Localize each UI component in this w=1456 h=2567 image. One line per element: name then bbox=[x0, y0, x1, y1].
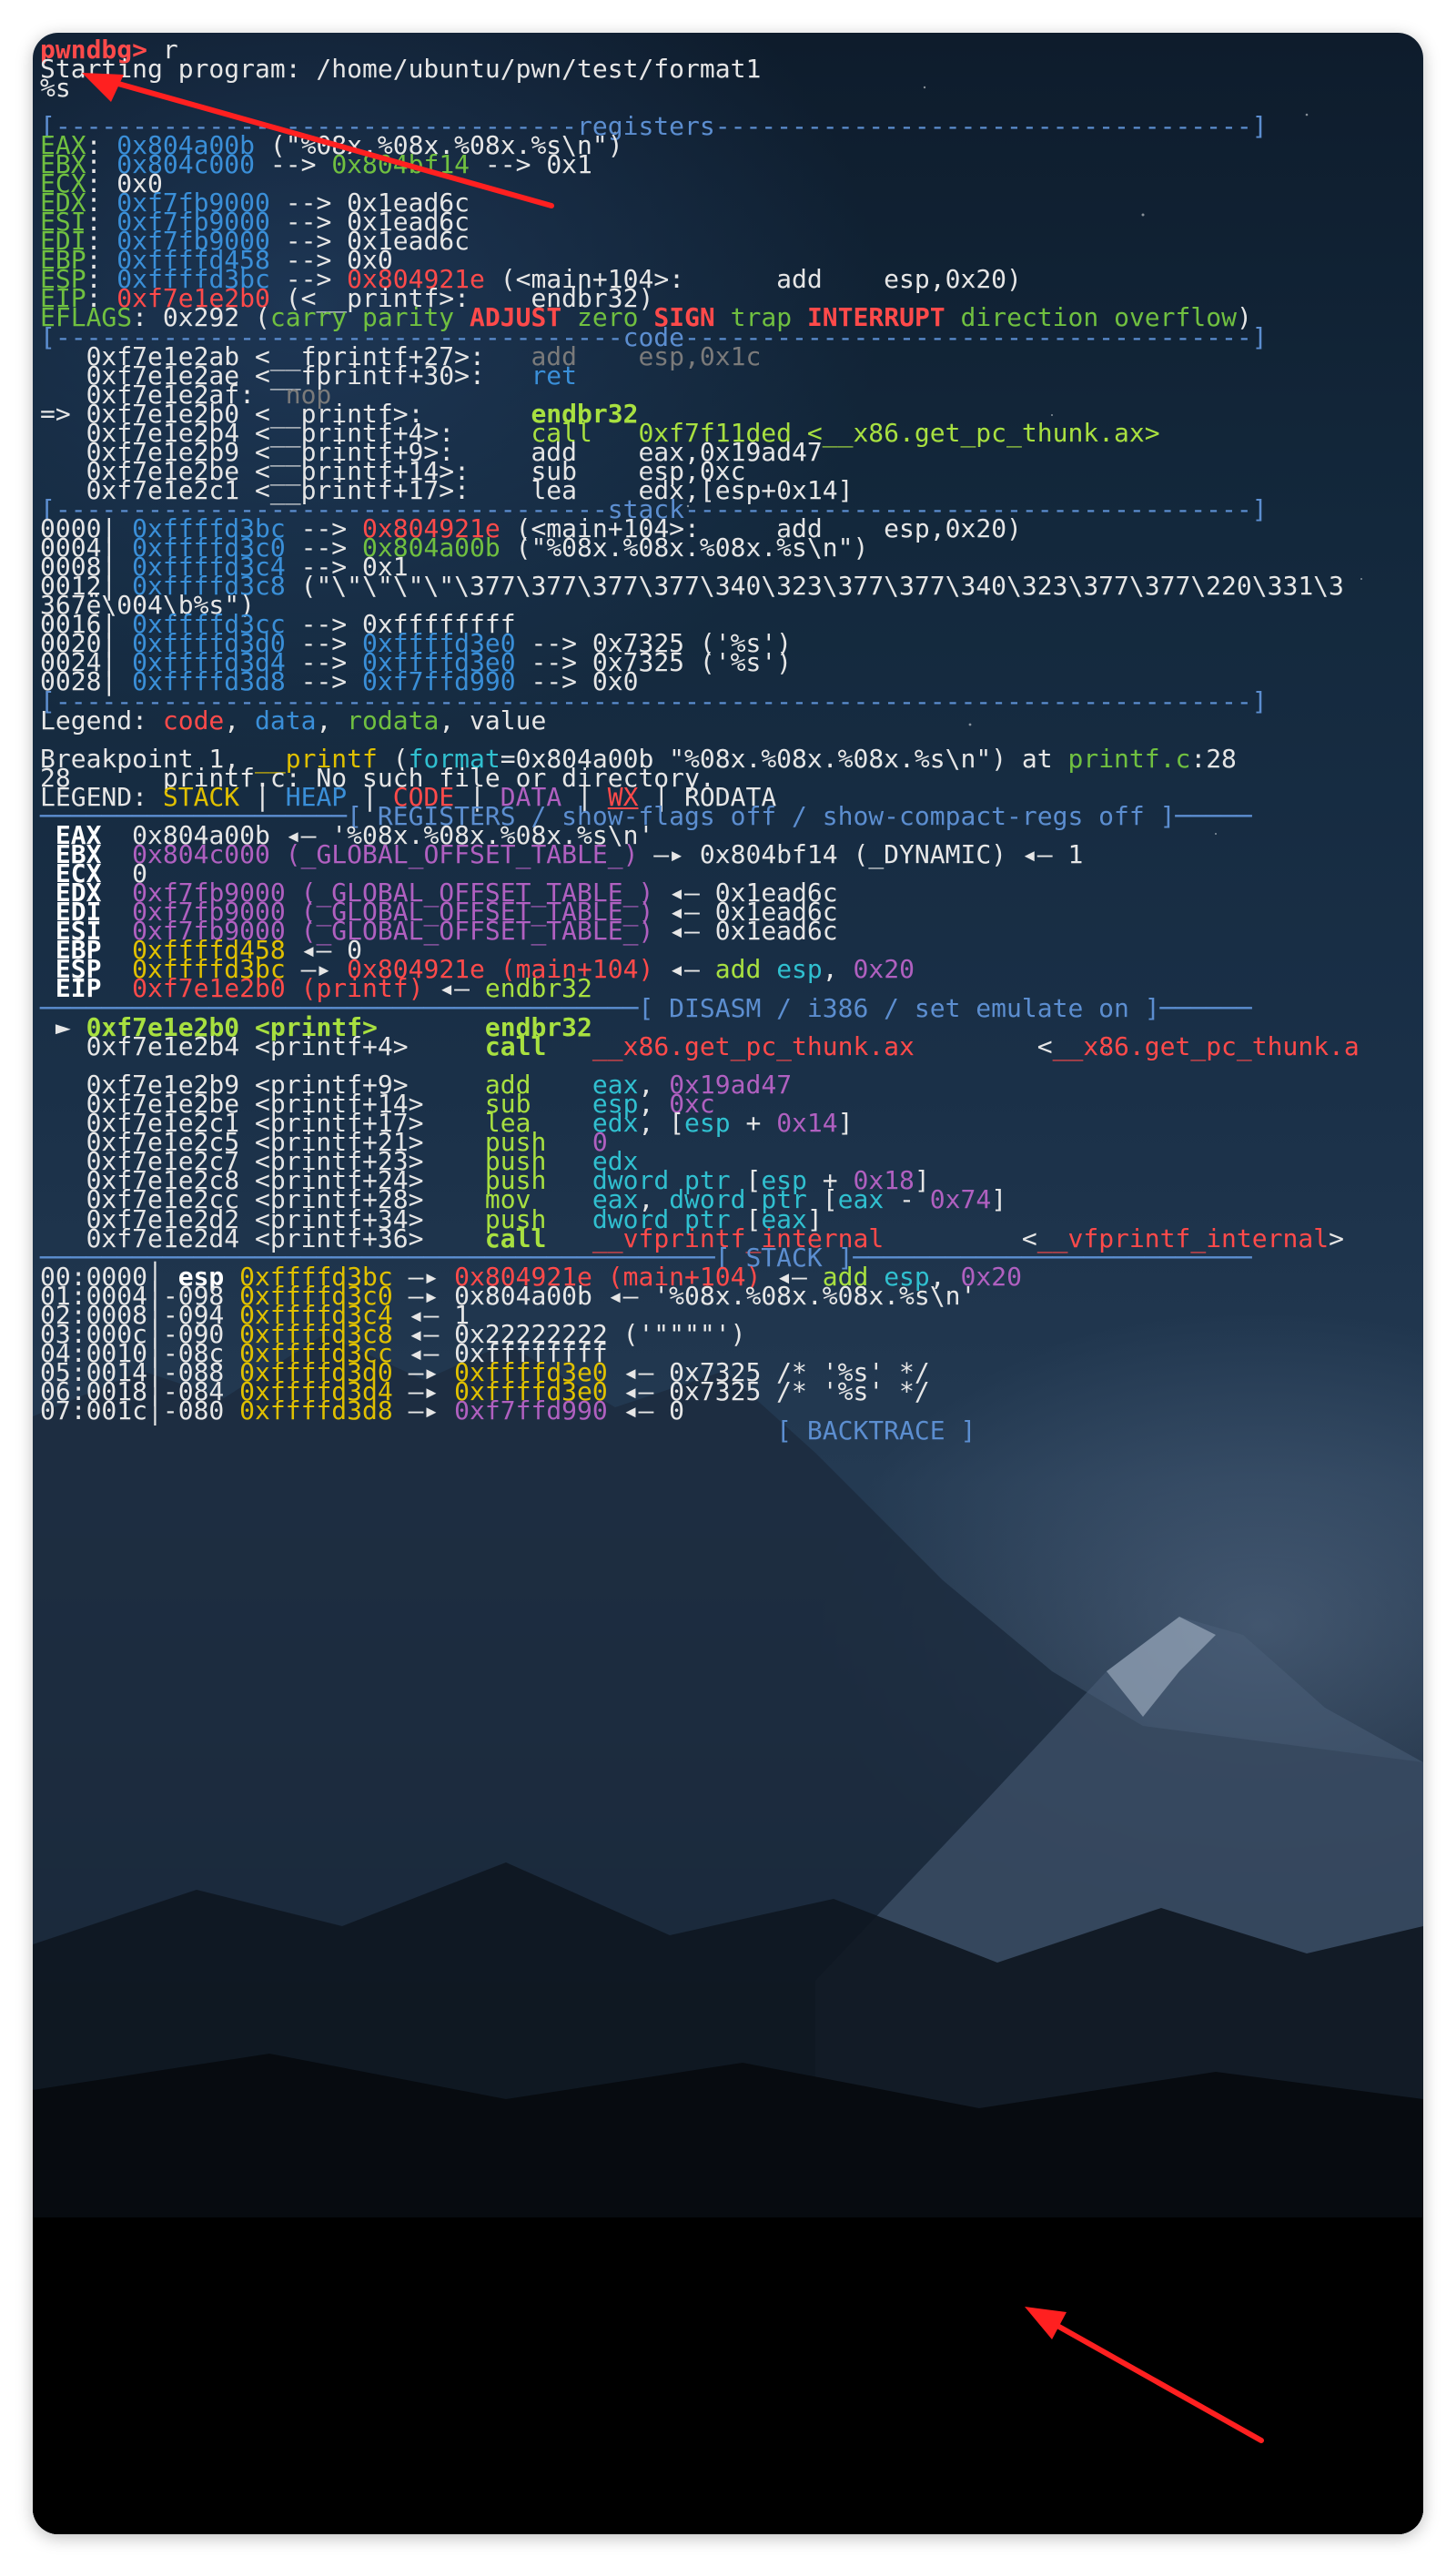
pwndbg-stack-row-segment: —▸ 0x804a00b ◂— '%08x.%08x.%08x.%s\n' bbox=[392, 1281, 976, 1312]
stack-pane-background bbox=[33, 2217, 1423, 2534]
peda-register-row-segment: --> bbox=[255, 149, 332, 180]
pwndbg-register-row-segment: add bbox=[714, 954, 777, 985]
pwndbg-register-row-segment: 0x804c000 (_GLOBAL_OFFSET_TABLE_) bbox=[132, 839, 639, 870]
pwndbg-disasm-row-segment: 0x14 bbox=[776, 1108, 838, 1139]
pwndbg-disasm-row-segment: eax bbox=[837, 1184, 885, 1215]
pwndbg-disasm-row-segment: < bbox=[914, 1031, 1053, 1062]
pwndbg-disasm-row-segment: ] bbox=[837, 1108, 854, 1139]
terminal-window[interactable]: pwndbg> r Starting program: /home/ubuntu… bbox=[33, 33, 1423, 2534]
pwndbg-register-row-segment: esp bbox=[776, 954, 823, 985]
pwndbg-disasm-row-segment: + bbox=[730, 1108, 777, 1139]
peda-legend-row-segment: , bbox=[224, 705, 256, 736]
peda-legend-row: Legend: code, data, rodata, value bbox=[40, 704, 546, 738]
peda-legend-row-segment: rodata bbox=[347, 705, 440, 736]
peda-code-row-segment: ret bbox=[531, 360, 578, 391]
pwndbg-register-row-segment: —▸ 0x804bf14 (_DYNAMIC) ◂— 1 bbox=[638, 839, 1084, 870]
pwndbg-disasm-row-segment: - bbox=[884, 1184, 930, 1215]
pwndbg-register-row-segment: , bbox=[822, 954, 854, 985]
pwndbg-disasm-row-segment: call bbox=[484, 1031, 547, 1062]
peda-register-row-segment: --> 0x1 bbox=[470, 149, 592, 180]
starting-program-line: Starting program: /home/ubuntu/pwn/test/… bbox=[40, 54, 762, 84]
pwndbg-disasm-row-segment: ] bbox=[991, 1184, 1007, 1215]
program-input-line: %s bbox=[40, 73, 71, 103]
pwndbg-disasm-row-segment: > bbox=[1329, 1223, 1344, 1253]
peda-stack-row-segment: ("\"\"\"\"\377\377\377\377\340\323\377\3… bbox=[285, 571, 1344, 602]
peda-stack-row-segment: ("%08x.%08x.%08x.%s\n") bbox=[500, 533, 869, 563]
peda-register-row-segment: 0x804bf14 bbox=[331, 149, 470, 180]
peda-legend-row-segment: code bbox=[162, 705, 225, 736]
pwndbg-disasm-row-segment bbox=[546, 1031, 592, 1061]
pwndbg-register-row-segment: ◂— bbox=[653, 954, 715, 985]
peda-legend-row-segment: data bbox=[255, 705, 317, 736]
pwndbg-disasm-row-segment: esp bbox=[684, 1108, 731, 1139]
pwndbg-register-row-segment: ◂— 0x1ead6c bbox=[653, 916, 838, 947]
pwndbg-disasm-row: 0xf7e1e2b4 <printf+4> call __x86.get_pc_… bbox=[40, 1030, 1360, 1064]
pwndbg-register-row: EBX 0x804c000 (_GLOBAL_OFFSET_TABLE_) —▸… bbox=[40, 837, 1083, 872]
pwndbg-disasm-row-segment: __x86.get_pc_thunk.ax bbox=[592, 1031, 915, 1062]
breakpoint-line-segment: :28 bbox=[1190, 744, 1237, 774]
breakpoint-line-segment: printf.c bbox=[1067, 744, 1191, 774]
pwndbg-disasm-row-segment: 0x74 bbox=[929, 1184, 992, 1215]
peda-legend-row-segment: Legend: bbox=[40, 705, 163, 736]
pwndbg-disasm-row-segment: 0xf7e1e2b4 <printf+4> bbox=[40, 1031, 485, 1062]
pwndbg-backtrace-header: [ BACKTRACE ] bbox=[40, 1415, 976, 1446]
pwndbg-register-row-segment: 0x20 bbox=[853, 954, 915, 985]
pwndbg-disasm-row-segment: __x86.get_pc_thunk.a bbox=[1052, 1031, 1360, 1062]
pwndbg-disasm-row-segment: , [ bbox=[638, 1108, 685, 1139]
peda-legend-row-segment: , bbox=[316, 705, 348, 736]
peda-legend-row-segment: , value bbox=[439, 705, 547, 736]
